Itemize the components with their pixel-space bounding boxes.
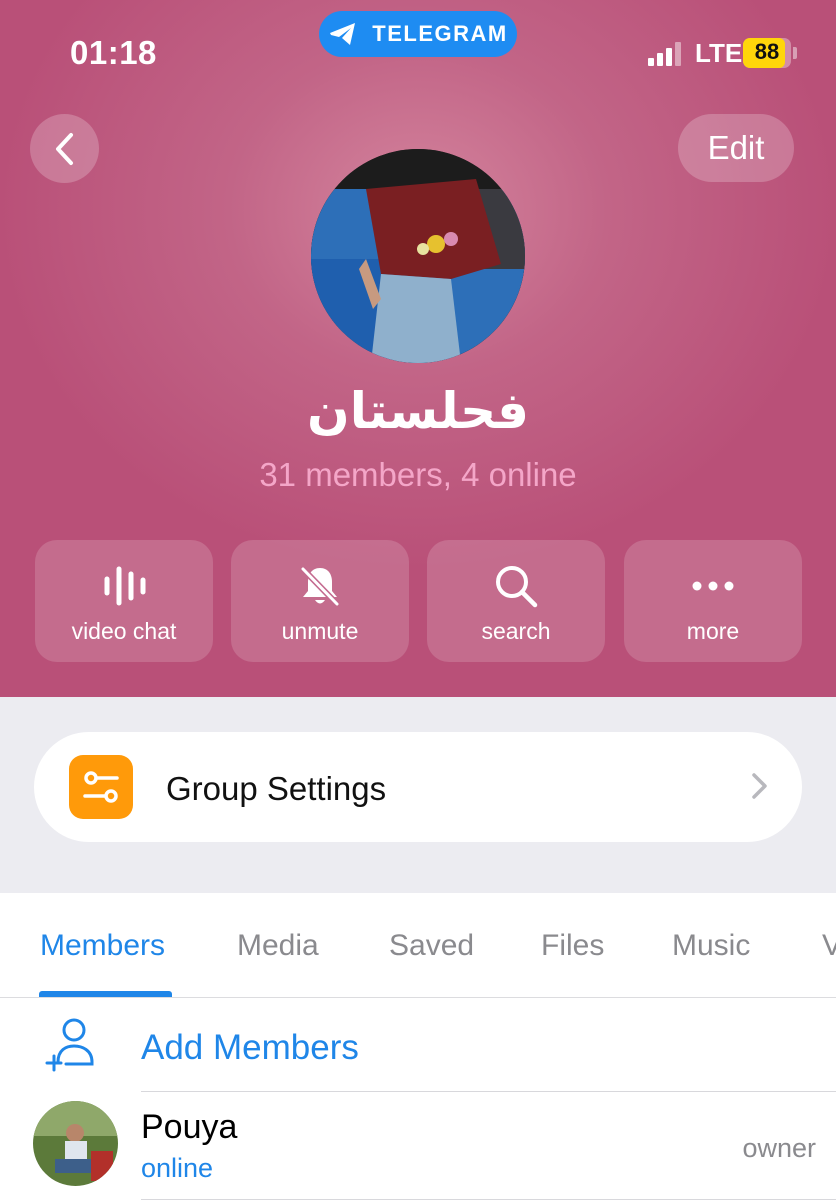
tab-saved[interactable]: Saved [389, 929, 474, 963]
ellipsis-icon [692, 581, 734, 591]
group-name: فحلستان [307, 382, 529, 440]
unmute-button[interactable]: unmute [231, 540, 409, 662]
voice-bars-icon [104, 566, 146, 606]
row-divider [141, 1091, 836, 1092]
chevron-left-icon [55, 132, 73, 165]
telegram-pill-label: TELEGRAM [372, 21, 508, 46]
tab-next-partial[interactable]: V [822, 929, 836, 963]
search-button[interactable]: search [427, 540, 605, 662]
group-settings-row[interactable]: Group Settings [34, 732, 802, 842]
telegram-pill[interactable]: TELEGRAM [319, 11, 517, 57]
search-icon [496, 566, 538, 608]
tab-members[interactable]: Members [40, 929, 165, 963]
status-time: 01:18 [70, 34, 157, 71]
add-user-icon [45, 1018, 94, 1072]
add-members-label: Add Members [141, 1028, 359, 1067]
tab-music[interactable]: Music [672, 929, 750, 963]
member-name: Pouya [141, 1108, 238, 1146]
active-tab-indicator [39, 991, 172, 997]
member-status: online [141, 1153, 214, 1183]
status-bar: 01:18 TELEGRAM LTE 88 [0, 0, 836, 90]
unmute-label: unmute [281, 618, 359, 644]
tab-files[interactable]: Files [541, 929, 604, 963]
battery-level: 88 [754, 39, 780, 64]
add-members-row[interactable]: Add Members [0, 998, 836, 1092]
group-header: 01:18 TELEGRAM LTE 88 Edit فحلستان 31 me… [0, 0, 836, 697]
action-buttons: video chat unmute search more [35, 540, 803, 662]
group-settings-label: Group Settings [166, 770, 387, 807]
group-subtitle: 31 members, 4 online [259, 456, 577, 493]
edit-button[interactable]: Edit [678, 114, 794, 182]
video-chat-button[interactable]: video chat [35, 540, 213, 662]
more-label: more [686, 618, 740, 644]
search-label: search [481, 618, 551, 644]
cellular-signal-icon [648, 40, 681, 66]
video-chat-label: video chat [71, 618, 177, 644]
tab-media[interactable]: Media [237, 929, 319, 963]
network-type: LTE [695, 38, 743, 68]
battery-icon: 88 [743, 38, 791, 68]
member-role: owner [742, 1133, 816, 1163]
chevron-right-icon [752, 773, 767, 799]
more-button[interactable]: more [624, 540, 802, 662]
sliders-icon [69, 755, 133, 819]
member-avatar [33, 1101, 118, 1186]
member-row[interactable]: Pouya online owner [0, 1093, 836, 1200]
back-button[interactable] [30, 114, 99, 183]
group-avatar-image [311, 149, 525, 363]
members-section: Members Media Saved Files Music V Add Me… [0, 893, 836, 1200]
bell-slash-icon [300, 566, 340, 607]
group-avatar[interactable] [311, 149, 525, 363]
telegram-plane-icon [330, 23, 356, 45]
battery-cap [793, 47, 797, 59]
tab-bar: Members Media Saved Files Music V [0, 893, 836, 998]
